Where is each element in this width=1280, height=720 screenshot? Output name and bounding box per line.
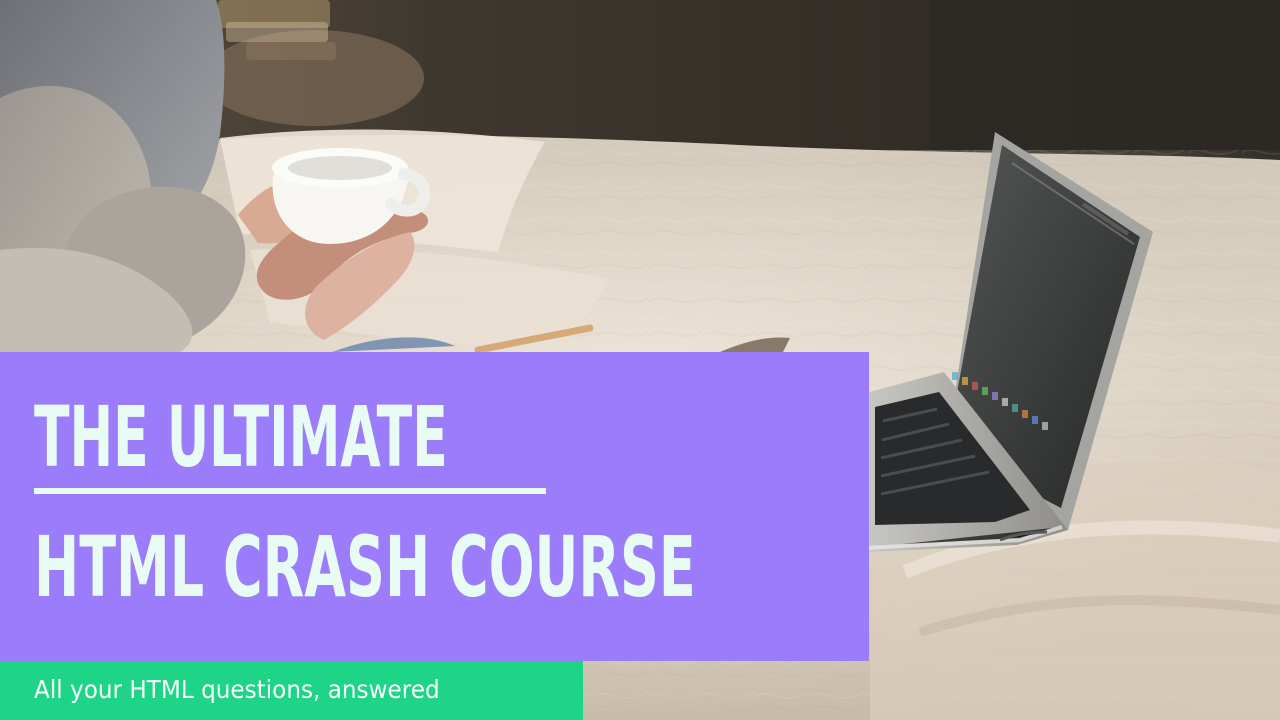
thumbnail-canvas: THE ULTIMATE HTML CRASH COURSE All your …	[0, 0, 1280, 720]
subtitle-text: All your HTML questions, answered	[34, 675, 440, 704]
course-title-panel: THE ULTIMATE HTML CRASH COURSE	[0, 352, 869, 661]
subtitle-bar: All your HTML questions, answered	[0, 661, 583, 720]
course-title-line-1: THE ULTIMATE	[34, 388, 448, 486]
title-underline	[34, 488, 546, 494]
course-title-line-2: HTML CRASH COURSE	[34, 518, 696, 616]
